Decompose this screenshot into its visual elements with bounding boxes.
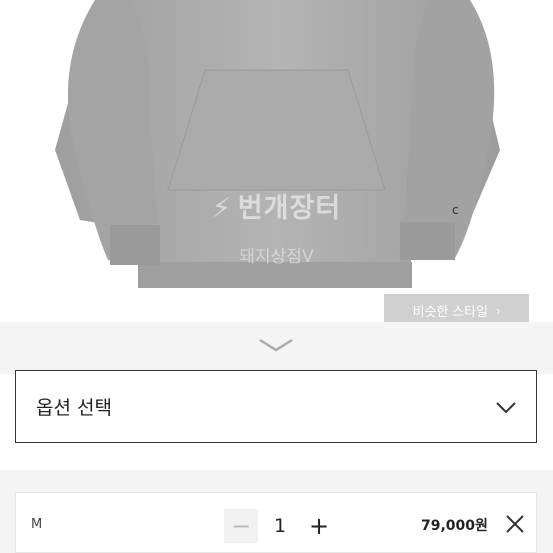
- increase-button[interactable]: +: [302, 509, 336, 543]
- option-select[interactable]: 옵션 선택: [15, 370, 537, 443]
- size-label: M: [31, 517, 43, 532]
- item-price: 79,000원: [421, 518, 488, 534]
- lightning-icon: ⚡: [211, 193, 232, 224]
- product-image: c ⚡ 번개장터 돼지상점V 비슷한 스타일 ›: [0, 0, 553, 322]
- similar-style-button[interactable]: 비슷한 스타일 ›: [384, 294, 529, 322]
- chevron-down-icon: [496, 401, 516, 413]
- watermark-brand: ⚡ 번개장터: [211, 193, 342, 224]
- option-select-label: 옵션 선택: [36, 397, 112, 419]
- watermark-shop: 돼지상점V: [239, 247, 314, 267]
- similar-style-label: 비슷한 스타일: [412, 303, 489, 319]
- chevron-right-icon: ›: [496, 302, 501, 318]
- quantity-value[interactable]: 1: [258, 515, 302, 537]
- selected-item: M − 1 + 79,000원: [15, 492, 537, 553]
- decrease-button[interactable]: −: [224, 509, 258, 543]
- chevron-down-icon[interactable]: [256, 334, 296, 356]
- hoodie-illustration: c: [55, 0, 500, 288]
- close-icon[interactable]: [504, 513, 526, 535]
- quantity-stepper: − 1 +: [224, 509, 336, 543]
